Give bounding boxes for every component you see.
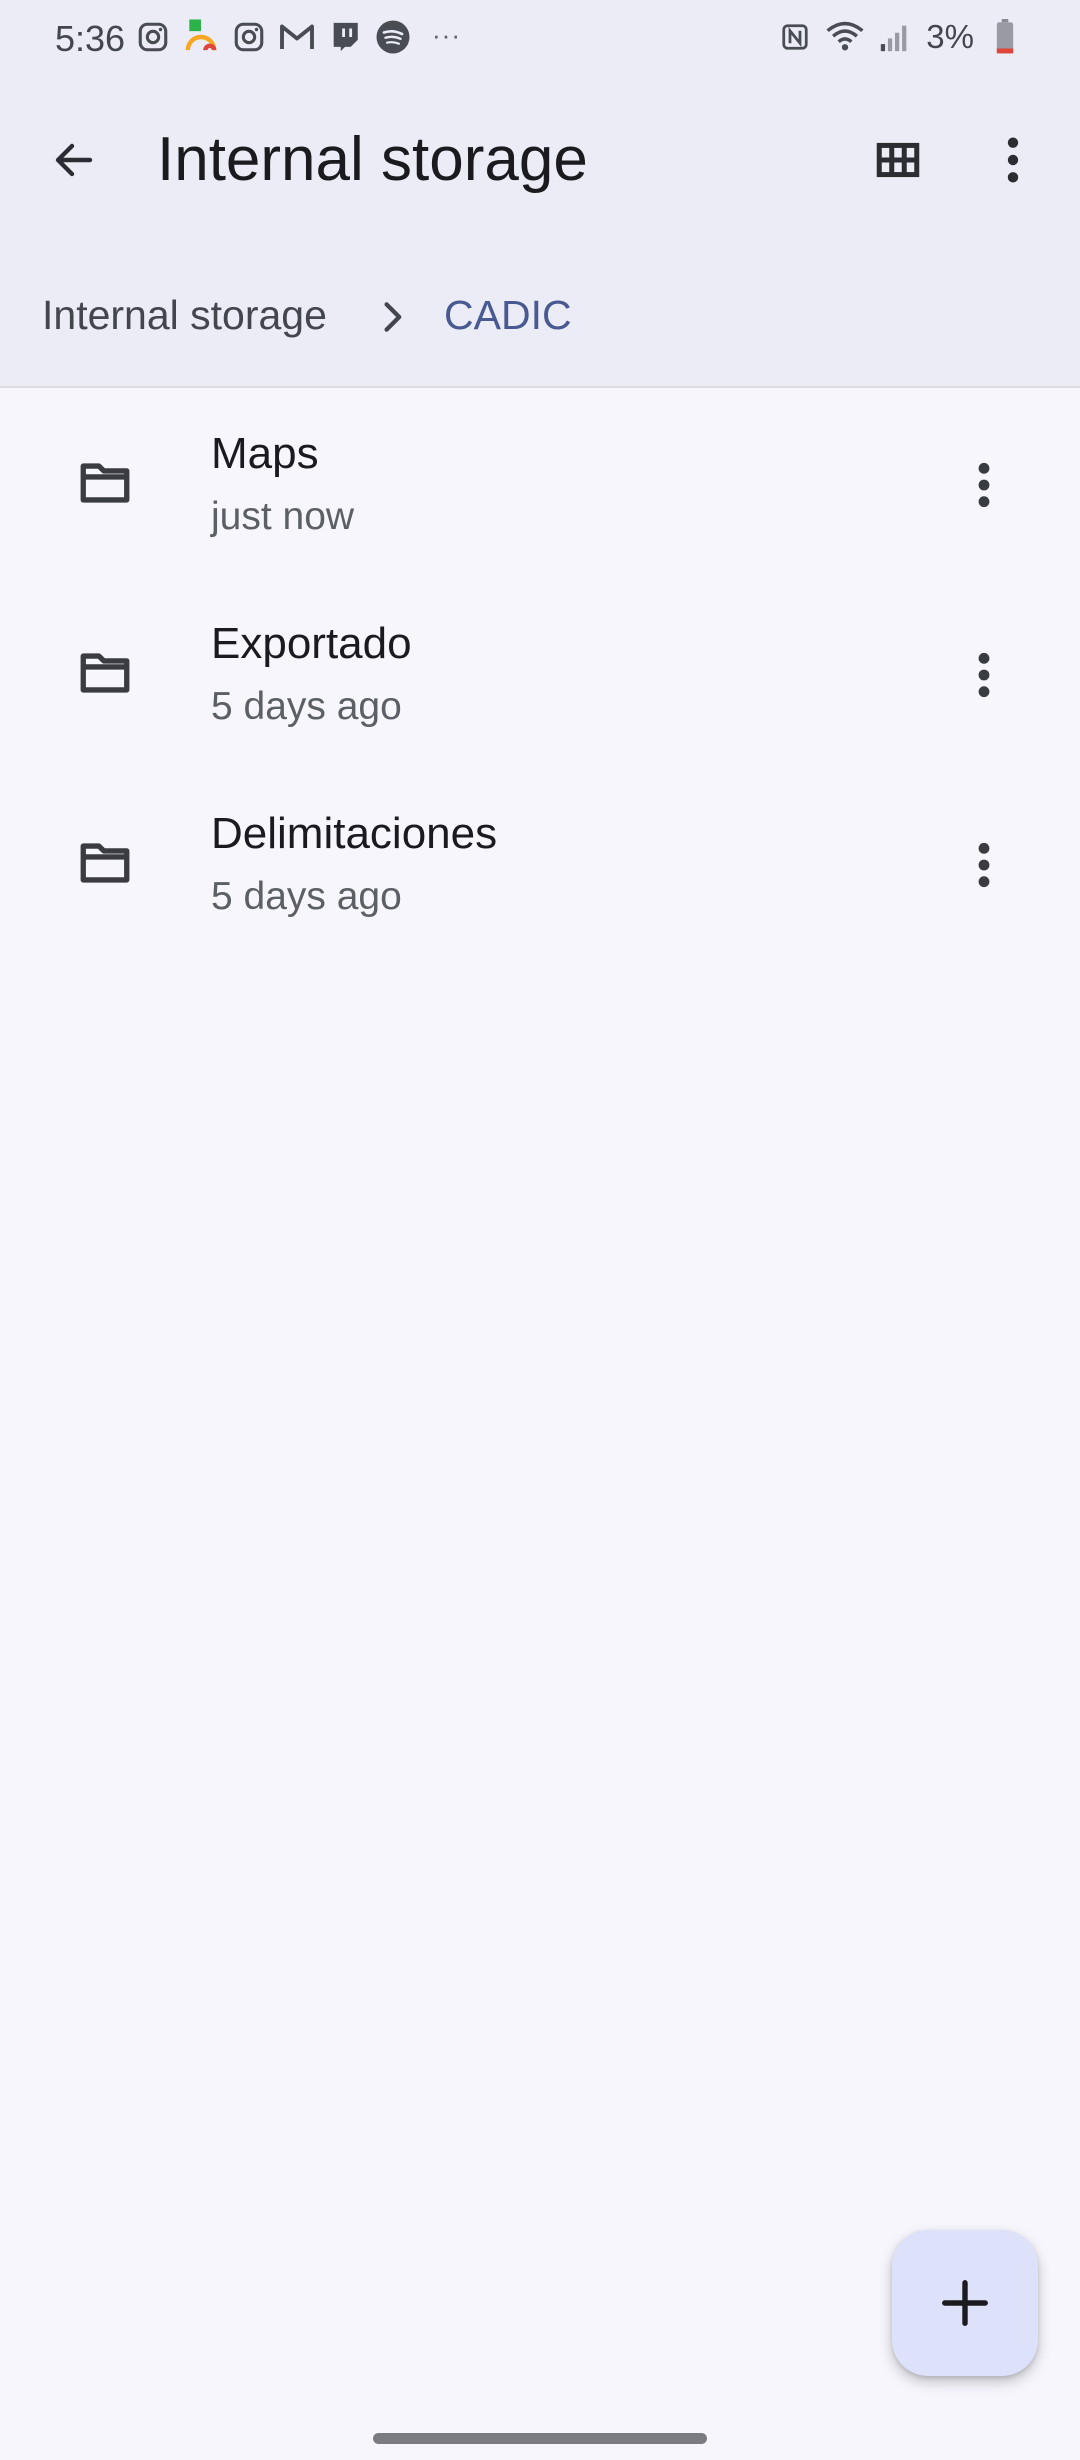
breadcrumb-item-current[interactable]: CADIC: [444, 292, 572, 339]
more-options-button[interactable]: [978, 120, 1048, 200]
instagram-icon: [134, 18, 172, 56]
folder-icon: [76, 454, 134, 512]
item-more-button[interactable]: [962, 440, 1006, 530]
chevron-right-icon: [372, 290, 412, 344]
file-list: Maps just now Exportado 5 days ago Delim…: [0, 390, 1080, 960]
battery-percentage: 3%: [926, 18, 974, 55]
page-title: Internal storage: [157, 125, 588, 194]
more-notifications-indicator: ···: [432, 20, 461, 50]
signal-icon: [876, 18, 914, 56]
top-app-area: 5:36 ··· 3% Internal storage Internal st…: [0, 0, 1080, 388]
file-modified: just now: [211, 495, 355, 538]
file-modified: 5 days ago: [211, 875, 402, 918]
status-time: 5:36: [55, 18, 126, 59]
add-button[interactable]: [892, 2230, 1038, 2376]
list-item[interactable]: Maps just now: [0, 390, 1080, 580]
item-more-button[interactable]: [962, 630, 1006, 720]
file-modified: 5 days ago: [211, 685, 402, 728]
arrow-back-icon: [55, 143, 93, 177]
grid-view-icon: [876, 142, 920, 178]
app-bar: Internal storage: [0, 100, 1080, 220]
list-item[interactable]: Exportado 5 days ago: [0, 580, 1080, 770]
wifi-icon: [826, 18, 864, 56]
instagram-icon: [230, 18, 268, 56]
file-name: Exportado: [211, 619, 412, 668]
list-item[interactable]: Delimitaciones 5 days ago: [0, 770, 1080, 960]
gmail-icon: [278, 18, 316, 56]
file-name: Maps: [211, 429, 319, 478]
back-button[interactable]: [40, 120, 108, 200]
nfc-icon: [776, 18, 814, 56]
twitch-icon: [326, 18, 364, 56]
grid-view-button[interactable]: [858, 120, 938, 200]
more-vert-icon: [1007, 137, 1019, 183]
notification-icons: [134, 18, 412, 56]
file-name: Delimitaciones: [211, 809, 498, 858]
gesture-navigation-bar[interactable]: [373, 2433, 707, 2444]
folder-icon: [76, 834, 134, 892]
more-vert-icon: [978, 842, 990, 888]
item-more-button[interactable]: [962, 820, 1006, 910]
spotify-icon: [374, 18, 412, 56]
status-bar: 5:36 ··· 3%: [0, 0, 1080, 78]
td-app-icon: [182, 18, 220, 56]
folder-icon: [76, 644, 134, 702]
system-icons: 3%: [776, 18, 1024, 56]
add-icon: [942, 2280, 988, 2326]
breadcrumb-item-internal-storage[interactable]: Internal storage: [42, 292, 327, 339]
battery-icon: [986, 18, 1024, 56]
more-vert-icon: [978, 462, 990, 508]
breadcrumb: Internal storage CADIC: [0, 268, 1080, 368]
more-vert-icon: [978, 652, 990, 698]
